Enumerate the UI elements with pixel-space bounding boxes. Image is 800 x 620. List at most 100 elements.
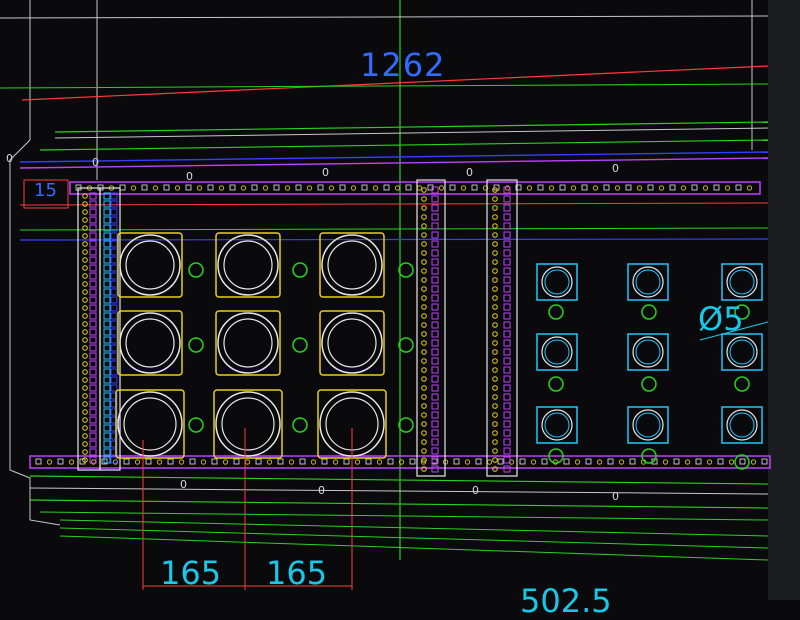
cyan-component-inner bbox=[729, 339, 755, 365]
terminal-blue bbox=[110, 344, 118, 352]
terminal-blue bbox=[110, 288, 118, 296]
hole-square bbox=[167, 458, 174, 465]
rail-bottom-green-4 bbox=[59, 519, 769, 537]
terminal-square bbox=[503, 195, 511, 203]
hole-square bbox=[295, 184, 302, 191]
terminal-dot bbox=[492, 403, 498, 409]
terminal-square bbox=[503, 213, 511, 221]
terminal-square bbox=[89, 336, 97, 344]
terminal-square bbox=[431, 375, 439, 383]
terminal-dot bbox=[421, 331, 427, 337]
terminal-square bbox=[431, 204, 439, 212]
cyan-component-frame bbox=[536, 406, 578, 444]
dimension-1262: 1262 bbox=[360, 46, 446, 84]
hole-round bbox=[684, 459, 691, 465]
terminal-square bbox=[431, 267, 439, 275]
hole-square bbox=[387, 458, 394, 465]
hole-round bbox=[174, 185, 181, 191]
hole-round bbox=[178, 459, 185, 465]
hole-square bbox=[189, 458, 196, 465]
hole-round bbox=[196, 185, 203, 191]
terminal-square bbox=[431, 231, 439, 239]
hole-square bbox=[537, 184, 544, 191]
terminal-dot bbox=[82, 337, 88, 343]
component-frame bbox=[117, 232, 183, 298]
terminal-blue bbox=[110, 248, 118, 256]
zero-mark: 0 bbox=[318, 484, 325, 497]
terminal-dot bbox=[82, 345, 88, 351]
zero-mark: 0 bbox=[612, 162, 619, 175]
cyan-component-inner bbox=[544, 412, 570, 438]
terminal-blue bbox=[110, 336, 118, 344]
cyan-component-inner bbox=[729, 269, 755, 295]
terminal-square bbox=[89, 352, 97, 360]
hole-round bbox=[244, 459, 251, 465]
rail-white-1 bbox=[54, 127, 769, 139]
terminal-square bbox=[431, 213, 439, 221]
hole-square bbox=[647, 184, 654, 191]
terminal-cyan bbox=[103, 264, 111, 272]
terminal-dot bbox=[421, 295, 427, 301]
terminal-blue bbox=[110, 328, 118, 336]
cad-drawing-canvas[interactable]: 1262 15 165 165 502.5 Ø5 0 0 0 0 0 0 0 0… bbox=[0, 0, 800, 620]
cyan-component-frame bbox=[721, 263, 763, 301]
cyan-component-frame bbox=[721, 406, 763, 444]
hole-square bbox=[255, 458, 262, 465]
terminal-dot bbox=[421, 196, 427, 202]
terminal-dot bbox=[492, 286, 498, 292]
mounting-hole bbox=[734, 454, 750, 470]
mounting-hole bbox=[188, 337, 204, 353]
hole-square bbox=[739, 458, 746, 465]
terminal-square bbox=[431, 339, 439, 347]
terminal-dot bbox=[82, 233, 88, 239]
rail-blue-mid bbox=[19, 238, 769, 241]
terminal-dot bbox=[421, 304, 427, 310]
terminal-square bbox=[89, 272, 97, 280]
terminal-dot bbox=[421, 448, 427, 454]
terminal-dot bbox=[492, 250, 498, 256]
terminal-dot bbox=[492, 385, 498, 391]
zero-mark: 0 bbox=[180, 478, 187, 491]
hole-square bbox=[453, 458, 460, 465]
terminal-square bbox=[503, 231, 511, 239]
hole-round bbox=[266, 459, 273, 465]
hole-round bbox=[662, 459, 669, 465]
terminal-dot bbox=[421, 232, 427, 238]
cad-viewport[interactable] bbox=[0, 0, 800, 600]
zero-mark: 0 bbox=[6, 152, 13, 165]
hole-square bbox=[273, 184, 280, 191]
terminal-square bbox=[503, 429, 511, 437]
terminal-dot bbox=[82, 401, 88, 407]
terminal-square bbox=[89, 360, 97, 368]
terminal-square bbox=[89, 288, 97, 296]
terminal-cyan bbox=[103, 352, 111, 360]
cyan-component-inner bbox=[544, 269, 570, 295]
mounting-hole bbox=[398, 337, 414, 353]
dimension-165-b: 165 bbox=[266, 554, 328, 592]
terminal-cyan bbox=[103, 400, 111, 408]
terminal-square bbox=[431, 240, 439, 248]
terminal-square bbox=[503, 348, 511, 356]
zero-mark: 0 bbox=[612, 490, 619, 503]
hole-square bbox=[691, 184, 698, 191]
terminal-square bbox=[431, 366, 439, 374]
terminal-square bbox=[89, 400, 97, 408]
terminal-square bbox=[89, 200, 97, 208]
hole-round bbox=[548, 185, 555, 191]
terminal-square bbox=[503, 222, 511, 230]
terminal-dot bbox=[82, 297, 88, 303]
cyan-component-ring bbox=[726, 336, 758, 368]
cyan-component-inner bbox=[635, 412, 661, 438]
terminal-square bbox=[431, 357, 439, 365]
terminal-dot bbox=[82, 217, 88, 223]
hole-square bbox=[141, 184, 148, 191]
hole-square bbox=[735, 184, 742, 191]
terminal-dot bbox=[82, 313, 88, 319]
mounting-hole-grid bbox=[188, 262, 750, 470]
terminal-square bbox=[89, 384, 97, 392]
component-ring-inner bbox=[223, 318, 273, 368]
hole-round bbox=[592, 185, 599, 191]
hole-round bbox=[200, 459, 207, 465]
terminal-dot bbox=[492, 349, 498, 355]
hole-square bbox=[277, 458, 284, 465]
